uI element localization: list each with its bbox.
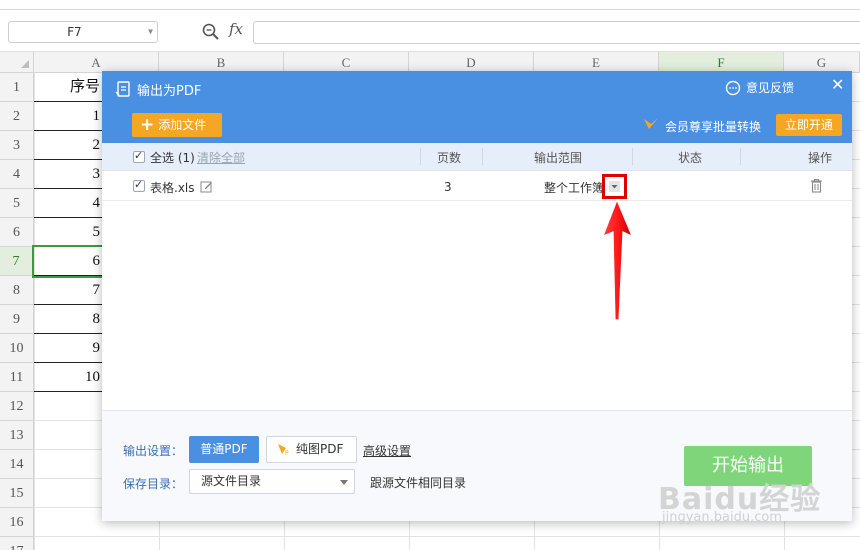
chevron-down-icon[interactable]: ▼ bbox=[148, 22, 153, 42]
column-header-b[interactable]: B bbox=[159, 52, 284, 73]
cell-a-value[interactable]: 9 bbox=[34, 334, 102, 363]
column-divider bbox=[420, 148, 421, 165]
cell-a-value[interactable]: 4 bbox=[34, 189, 102, 218]
annotation-highlight-box bbox=[602, 174, 627, 199]
dialog-title: 输出为PDF bbox=[137, 84, 202, 99]
row-header-1[interactable]: 1 bbox=[0, 73, 34, 102]
row-header-13[interactable]: 13 bbox=[0, 421, 34, 450]
row-header-6[interactable]: 6 bbox=[0, 218, 34, 247]
cell-a-value[interactable]: 2 bbox=[34, 131, 102, 160]
formula-input[interactable] bbox=[253, 21, 860, 44]
feedback-label: 意见反馈 bbox=[746, 81, 795, 95]
row-header-16[interactable]: 16 bbox=[0, 508, 34, 537]
page-count: 3 bbox=[444, 180, 452, 194]
file-checkbox[interactable] bbox=[133, 178, 145, 192]
activate-vip-button[interactable]: 立即开通 bbox=[776, 114, 842, 136]
column-header-e[interactable]: E bbox=[534, 52, 659, 73]
grid-line bbox=[34, 536, 860, 537]
column-header-c[interactable]: C bbox=[284, 52, 409, 73]
add-file-label: 添加文件 bbox=[158, 118, 207, 132]
file-name: 表格.xls bbox=[150, 181, 195, 195]
header-output-range: 输出范围 bbox=[534, 151, 583, 165]
row-header-9[interactable]: 9 bbox=[0, 305, 34, 334]
feedback-link[interactable]: 意见反馈 bbox=[725, 79, 794, 96]
save-dir-value: 源文件目录 bbox=[201, 474, 262, 488]
row-header-4[interactable]: 4 bbox=[0, 160, 34, 189]
cell-a-value[interactable]: 5 bbox=[34, 218, 102, 247]
plus-icon: + bbox=[140, 115, 155, 135]
output-range-value[interactable]: 整个工作簿 bbox=[544, 179, 604, 196]
name-box-value: F7 bbox=[67, 25, 82, 39]
top-strip bbox=[0, 0, 860, 10]
cell-a-value[interactable]: 8 bbox=[34, 305, 102, 334]
save-dir-label: 保存目录： bbox=[123, 477, 184, 491]
table-row: 表格.xls 3 整个工作簿 bbox=[102, 172, 852, 201]
dialog-header: 输出为PDF 意见反馈 ✕ + 添加文件 会员尊享批量转换 立即开通 bbox=[102, 71, 852, 143]
add-file-button[interactable]: + 添加文件 bbox=[132, 113, 222, 137]
select-all-checkbox[interactable] bbox=[133, 149, 145, 163]
row-header-7[interactable]: 7 bbox=[0, 247, 34, 276]
row-header-2[interactable]: 2 bbox=[0, 102, 34, 131]
column-divider bbox=[740, 148, 741, 165]
output-settings-label: 输出设置： bbox=[123, 444, 184, 458]
column-header-d[interactable]: D bbox=[409, 52, 534, 73]
vip-crown-icon: P bbox=[278, 444, 289, 456]
row-header-15[interactable]: 15 bbox=[0, 479, 34, 508]
name-box[interactable]: F7 ▼ bbox=[8, 21, 158, 43]
same-dir-note: 跟源文件相同目录 bbox=[370, 476, 467, 490]
cell-a-value[interactable]: 1 bbox=[34, 102, 102, 131]
cell-a-value[interactable]: 10 bbox=[34, 363, 102, 392]
close-icon[interactable]: ✕ bbox=[831, 75, 844, 94]
column-header-a[interactable]: A bbox=[34, 52, 159, 73]
row-header-5[interactable]: 5 bbox=[0, 189, 34, 218]
file-table-header: 全选 (1) 清除全部 页数 输出范围 状态 操作 bbox=[102, 143, 852, 171]
chevron-down-icon bbox=[340, 480, 348, 485]
select-all-corner[interactable] bbox=[0, 52, 34, 73]
header-actions: 操作 bbox=[808, 151, 833, 165]
header-pages: 页数 bbox=[437, 151, 462, 165]
image-pdf-label: 纯图PDF bbox=[296, 442, 344, 456]
cell-a-value[interactable]: 3 bbox=[34, 160, 102, 189]
column-divider bbox=[482, 148, 483, 165]
chat-bubble-icon bbox=[725, 80, 741, 95]
save-dir-select[interactable]: 源文件目录 bbox=[189, 469, 355, 494]
row-header-8[interactable]: 8 bbox=[0, 276, 34, 305]
cell-a-header[interactable]: 序号 bbox=[34, 73, 102, 102]
row-header-12[interactable]: 12 bbox=[0, 392, 34, 421]
vip-promo-text: 会员尊享批量转换 bbox=[665, 120, 762, 134]
select-all-label: 全选 (1) bbox=[150, 151, 195, 165]
export-pdf-dialog: 输出为PDF 意见反馈 ✕ +添加文件 会员尊享批量转换 立即开通 全选 (1)… bbox=[102, 71, 852, 521]
row-header-3[interactable]: 3 bbox=[0, 131, 34, 160]
row-header-11[interactable]: 11 bbox=[0, 363, 34, 392]
edit-icon[interactable] bbox=[200, 180, 213, 193]
row-header-17[interactable]: 17 bbox=[0, 537, 34, 550]
svg-text:P: P bbox=[285, 450, 289, 456]
clear-all-link[interactable]: 清除全部 bbox=[197, 149, 245, 166]
column-header-f[interactable]: F bbox=[659, 52, 784, 73]
header-status: 状态 bbox=[678, 151, 703, 165]
cell-a-value[interactable]: 6 bbox=[32, 245, 104, 278]
pdf-export-icon bbox=[115, 81, 130, 97]
image-pdf-button[interactable]: P 纯图PDF bbox=[266, 436, 357, 463]
baidu-watermark-url: jingyan.baidu.com bbox=[662, 510, 782, 525]
column-header-g[interactable]: G bbox=[784, 52, 860, 73]
trash-icon[interactable] bbox=[810, 178, 823, 193]
formula-bar: F7 ▼ fx bbox=[0, 10, 860, 52]
cell-a-value[interactable]: 7 bbox=[34, 276, 102, 305]
row-header-10[interactable]: 10 bbox=[0, 334, 34, 363]
annotation-arrow bbox=[601, 198, 634, 321]
fx-label[interactable]: fx bbox=[229, 20, 243, 38]
row-header-14[interactable]: 14 bbox=[0, 450, 34, 479]
advanced-settings-link[interactable]: 高级设置 bbox=[363, 442, 411, 459]
zoom-icon[interactable] bbox=[201, 22, 221, 42]
normal-pdf-button[interactable]: 普通PDF bbox=[189, 436, 259, 463]
vip-crown-icon bbox=[644, 118, 658, 129]
column-divider bbox=[632, 148, 633, 165]
